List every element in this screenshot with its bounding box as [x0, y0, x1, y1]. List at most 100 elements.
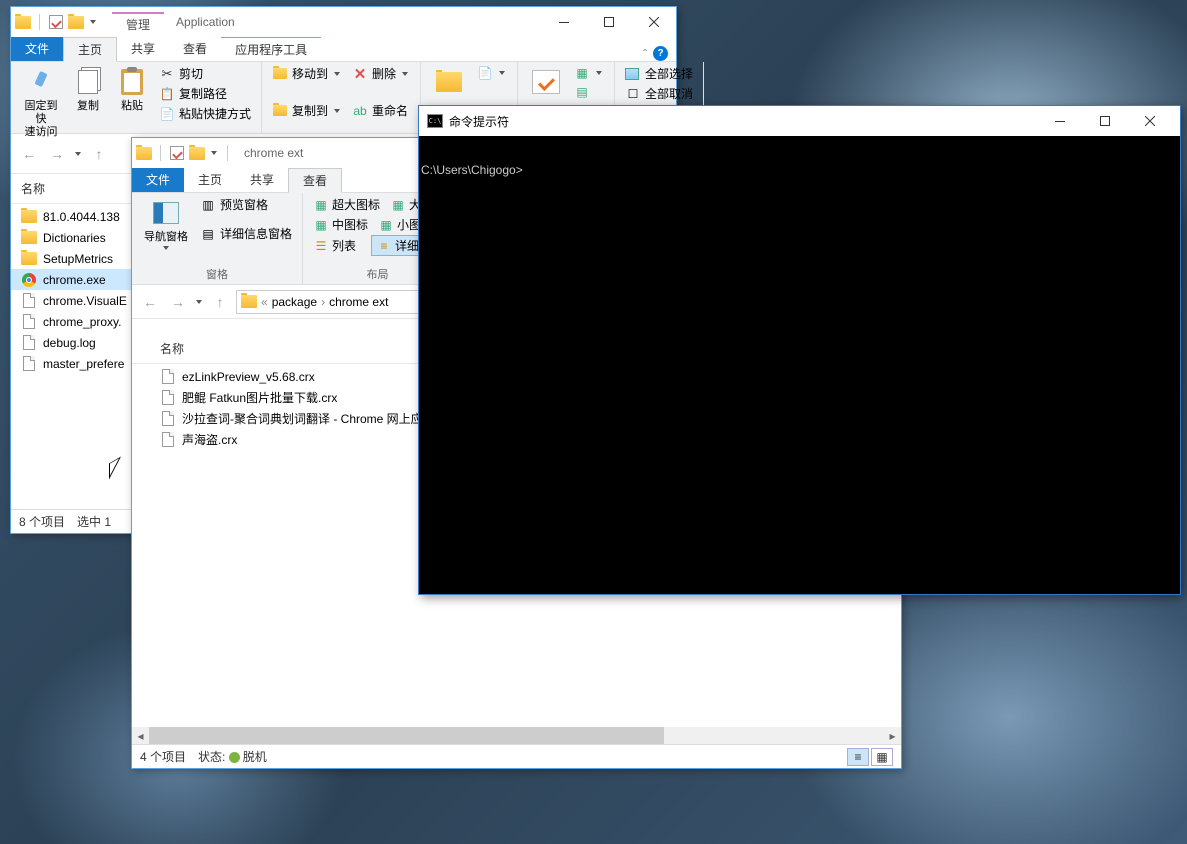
- minimize-button[interactable]: [541, 8, 586, 37]
- copy-button[interactable]: 复制: [67, 64, 109, 115]
- tab-apptools[interactable]: 应用程序工具: [221, 36, 321, 61]
- tab-view[interactable]: 查看: [288, 168, 342, 193]
- titlebar[interactable]: 管理 Application: [11, 7, 676, 37]
- file-name: debug.log: [43, 336, 96, 350]
- file-name: master_prefere: [43, 357, 124, 371]
- tab-home[interactable]: 主页: [184, 167, 236, 192]
- cmd-terminal[interactable]: C:\Users\Chigogo>: [419, 136, 1180, 594]
- paste-shortcut-button[interactable]: 📄粘贴快捷方式: [155, 104, 255, 123]
- file-icon: [160, 369, 176, 385]
- tab-share[interactable]: 共享: [236, 167, 288, 192]
- scissors-icon: [159, 66, 175, 82]
- status-selection: 选中 1: [77, 513, 111, 530]
- file-name: 声海盗.crx: [182, 431, 237, 448]
- new-folder-button[interactable]: [427, 64, 471, 100]
- maximize-button[interactable]: [1082, 107, 1127, 136]
- tab-file[interactable]: 文件: [132, 167, 184, 192]
- cut-button[interactable]: 剪切: [155, 64, 255, 83]
- file-icon: [21, 230, 37, 246]
- file-icon: [21, 272, 37, 288]
- file-icon: [160, 432, 176, 448]
- details-pane-button[interactable]: ▤详细信息窗格: [196, 224, 296, 243]
- nav-forward-button[interactable]: →: [45, 142, 69, 166]
- tab-file[interactable]: 文件: [11, 36, 63, 61]
- qat-properties-icon[interactable]: [48, 14, 64, 30]
- view-details-icon[interactable]: ≡: [847, 748, 869, 766]
- file-name: Dictionaries: [43, 231, 106, 245]
- nav-up-button[interactable]: ↑: [208, 290, 232, 314]
- file-icon: [160, 390, 176, 406]
- details-pane-icon: ▤: [200, 226, 216, 242]
- delete-button[interactable]: ✕删除: [348, 64, 414, 83]
- horizontal-scrollbar[interactable]: ◂ ▸: [132, 727, 901, 744]
- file-name: 沙拉查词-聚合词典划词翻译 - Chrome 网上应: [182, 410, 423, 427]
- file-name: 81.0.4044.138: [43, 210, 120, 224]
- select-all-button[interactable]: 全部选择: [621, 64, 697, 83]
- status-dot-icon: [229, 752, 240, 763]
- qat-newfolder-icon[interactable]: [189, 145, 205, 161]
- tab-view[interactable]: 查看: [169, 36, 221, 61]
- scroll-thumb[interactable]: [149, 727, 664, 744]
- move-to-icon: [272, 66, 288, 82]
- breadcrumb-segment[interactable]: package: [272, 295, 317, 309]
- properties-button[interactable]: [524, 64, 568, 100]
- copy-to-button[interactable]: 复制到: [268, 101, 346, 120]
- status-bar: 4 个项目 状态: 脱机 ≡ ▦: [132, 744, 901, 768]
- file-icon: [21, 209, 37, 225]
- scroll-right-button[interactable]: ▸: [884, 727, 901, 744]
- minimize-button[interactable]: [1037, 107, 1082, 136]
- file-icon: [21, 293, 37, 309]
- cmd-icon: C:\: [427, 114, 443, 128]
- nav-forward-button[interactable]: →: [166, 290, 190, 314]
- tab-home[interactable]: 主页: [63, 37, 117, 62]
- nav-up-button[interactable]: ↑: [87, 142, 111, 166]
- qat-properties-icon[interactable]: [169, 145, 185, 161]
- nav-history-icon[interactable]: [75, 152, 81, 156]
- select-none-button[interactable]: ☐全部取消: [621, 84, 697, 103]
- ribbon-group-panes: 窗格: [206, 264, 228, 282]
- file-icon: [21, 335, 37, 351]
- breadcrumb-segment[interactable]: chrome ext: [329, 295, 388, 309]
- preview-pane-button[interactable]: ▥预览窗格: [196, 195, 296, 214]
- nav-back-button[interactable]: ←: [138, 290, 162, 314]
- qat-dropdown-icon[interactable]: [211, 151, 217, 155]
- pin-to-quick-access-button[interactable]: 固定到快 速访问: [17, 64, 65, 141]
- maximize-button[interactable]: [586, 8, 631, 37]
- nav-pane-button[interactable]: 导航窗格: [138, 195, 194, 252]
- paste-shortcut-icon: 📄: [159, 106, 175, 122]
- close-button[interactable]: [1127, 107, 1172, 136]
- preview-pane-icon: ▥: [200, 197, 216, 213]
- contextual-tab-manage[interactable]: 管理: [112, 12, 164, 33]
- file-name: chrome.VisualE: [43, 294, 127, 308]
- nav-back-button[interactable]: ←: [17, 142, 41, 166]
- view-large-icons-icon[interactable]: ▦: [871, 748, 893, 766]
- scroll-left-button[interactable]: ◂: [132, 727, 149, 744]
- paste-button[interactable]: 粘贴: [111, 64, 153, 115]
- close-button[interactable]: [631, 8, 676, 37]
- qat-dropdown-icon[interactable]: [90, 20, 96, 24]
- layout-extra-large-button[interactable]: ▦超大图标: [309, 195, 384, 214]
- file-name: chrome.exe: [43, 273, 106, 287]
- qat-newfolder-icon[interactable]: [68, 14, 84, 30]
- file-icon: [160, 411, 176, 427]
- tab-share[interactable]: 共享: [117, 36, 169, 61]
- file-name: ezLinkPreview_v5.68.crx: [182, 370, 315, 384]
- folder-icon: [136, 145, 152, 161]
- ribbon-collapse-icon[interactable]: ˆ: [643, 47, 647, 61]
- select-all-icon: [625, 66, 641, 82]
- help-icon[interactable]: ?: [653, 46, 668, 61]
- cmd-prompt: C:\Users\Chigogo>: [421, 163, 523, 177]
- file-icon: [21, 314, 37, 330]
- nav-history-icon[interactable]: [196, 300, 202, 304]
- copy-to-icon: [272, 103, 288, 119]
- cmd-window: C:\ 命令提示符 C:\Users\Chigogo>: [418, 105, 1181, 595]
- move-to-button[interactable]: 移动到: [268, 64, 346, 83]
- ribbon-tabs: 文件 主页 共享 查看 应用程序工具 ˆ ?: [11, 37, 676, 62]
- layout-list-button[interactable]: ☰列表: [309, 235, 369, 256]
- titlebar[interactable]: C:\ 命令提示符: [419, 106, 1180, 136]
- rename-button[interactable]: ab重命名: [348, 101, 414, 120]
- copy-path-button[interactable]: 📋复制路径: [155, 84, 255, 103]
- delete-icon: ✕: [352, 66, 368, 82]
- layout-medium-button[interactable]: ▦中图标: [309, 215, 372, 234]
- folder-icon: [15, 14, 31, 30]
